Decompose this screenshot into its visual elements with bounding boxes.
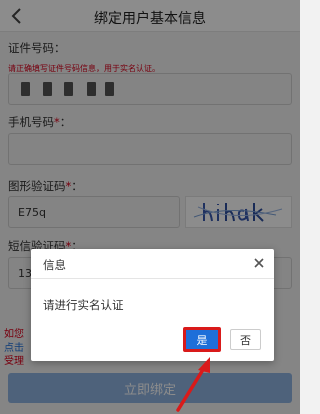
info-dialog: 信息 请进行实名认证 是 否 — [31, 249, 274, 361]
close-icon[interactable] — [252, 256, 266, 270]
dialog-message: 请进行实名认证 — [43, 298, 124, 312]
dialog-title: 信息 — [43, 258, 66, 272]
dialog-header: 信息 — [31, 249, 274, 279]
confirm-button[interactable]: 是 — [183, 327, 221, 352]
cancel-button[interactable]: 否 — [230, 329, 261, 350]
